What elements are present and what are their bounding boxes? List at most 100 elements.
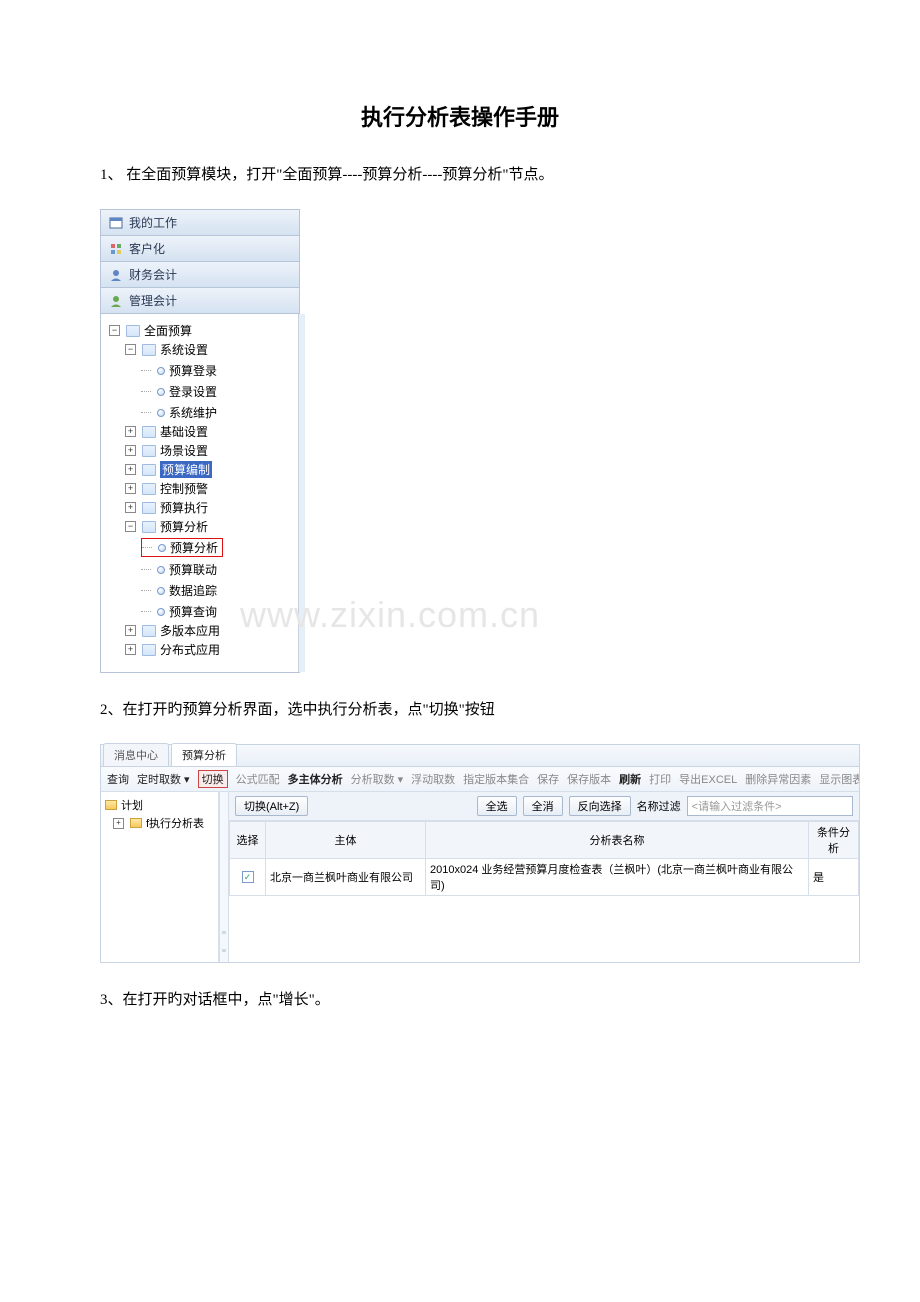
switch-button[interactable]: 切换(Alt+Z) — [235, 796, 308, 816]
toolbar-formula[interactable]: 公式匹配 — [236, 771, 280, 787]
tab-message[interactable]: 消息中心 — [103, 743, 169, 766]
tree-label: 预算查询 — [169, 603, 217, 620]
tree-label: 预算编制 — [160, 461, 212, 478]
panel-header-label: 财务会计 — [129, 266, 177, 283]
collapse-icon[interactable]: − — [125, 521, 136, 532]
filter-label: 名称过滤 — [637, 798, 681, 814]
leaf-icon — [158, 544, 166, 552]
deselect-all-button[interactable]: 全消 — [523, 796, 563, 816]
toolbar-timed[interactable]: 定时取数 ▾ — [137, 771, 190, 787]
analysis-grid: 选择 主体 分析表名称 条件分析 ✓ 北京一商兰枫叶商业有限公司 2010x02… — [229, 821, 859, 896]
tree-label: 全面预算 — [144, 322, 192, 339]
collapse-icon[interactable]: − — [125, 344, 136, 355]
invert-button[interactable]: 反向选择 — [569, 796, 631, 816]
expand-icon[interactable]: + — [125, 426, 136, 437]
folder-icon — [130, 818, 142, 828]
vertical-resizer[interactable] — [219, 792, 229, 962]
folder-icon — [142, 502, 156, 514]
grid-header-row: 选择 主体 分析表名称 条件分析 — [230, 822, 859, 859]
panel-header-manage[interactable]: 管理会计 — [101, 288, 299, 314]
tree-node[interactable]: +控制预警 — [125, 480, 208, 497]
select-all-button[interactable]: 全选 — [477, 796, 517, 816]
panel-header-label: 客户化 — [129, 240, 165, 257]
side-child[interactable]: + f执行分析表 — [103, 814, 216, 832]
leaf-icon — [157, 587, 165, 595]
toolbar-query[interactable]: 查询 — [107, 771, 129, 787]
folder-icon — [126, 325, 140, 337]
expand-icon[interactable]: + — [125, 483, 136, 494]
col-subject[interactable]: 主体 — [266, 822, 426, 859]
tab-analysis[interactable]: 预算分析 — [171, 743, 237, 766]
tree-node[interactable]: + 基础设置 — [125, 423, 208, 440]
toolbar-print[interactable]: 打印 — [649, 771, 671, 787]
toolbar-delete-abnormal[interactable]: 删除异常因素 — [745, 771, 811, 787]
panel-header-finance[interactable]: 财务会计 — [101, 262, 299, 288]
tree-label: 登录设置 — [169, 383, 217, 400]
toolbar-save[interactable]: 保存 — [537, 771, 559, 787]
tree-node-highlight[interactable]: + 预算编制 — [125, 461, 212, 478]
tree-leaf[interactable]: 数据追踪 — [141, 582, 217, 599]
tree-node[interactable]: + 分布式应用 — [125, 641, 220, 658]
toolbar-show-chart[interactable]: 显示图表 — [819, 771, 859, 787]
tree-node[interactable]: +场景设置 — [125, 442, 208, 459]
folder-icon — [142, 625, 156, 637]
toolbar-float[interactable]: 浮动取数 — [411, 771, 455, 787]
folder-icon — [105, 800, 117, 810]
col-name[interactable]: 分析表名称 — [426, 822, 809, 859]
toolbar-multibody[interactable]: 多主体分析 — [288, 771, 343, 787]
cell-subject: 北京一商兰枫叶商业有限公司 — [266, 859, 426, 896]
expand-icon[interactable]: + — [125, 644, 136, 655]
folder-icon — [142, 464, 156, 476]
analysis-window: 消息中心 预算分析 查询 定时取数 ▾ 切换 公式匹配 多主体分析 分析取数 ▾… — [100, 744, 860, 963]
tree-node-system[interactable]: − 系统设置 — [125, 341, 208, 358]
tree-leaf[interactable]: 预算查询 — [141, 603, 217, 620]
folder-icon — [142, 644, 156, 656]
grid-icon — [109, 242, 123, 256]
toolbar-switch[interactable]: 切换 — [198, 770, 228, 788]
expand-icon[interactable]: + — [125, 625, 136, 636]
window-icon — [109, 216, 123, 230]
panel-header-client[interactable]: 客户化 — [101, 236, 299, 262]
panel-header-mywork[interactable]: 我的工作 — [101, 210, 299, 236]
toolbar-version[interactable]: 指定版本集合 — [463, 771, 529, 787]
para-step3: 3、在打开旳对话框中，点"增长"。 — [100, 987, 820, 1014]
tree-label: 基础设置 — [160, 423, 208, 440]
tree-node-root[interactable]: − 全面预算 — [109, 322, 192, 339]
side-root[interactable]: 计划 — [103, 796, 216, 814]
expand-icon[interactable]: + — [125, 502, 136, 513]
main-area: 切换(Alt+Z) 全选 全消 反向选择 名称过滤 <请输入过滤条件> 选择 主… — [229, 792, 859, 962]
panel-header-label: 我的工作 — [129, 214, 177, 231]
toolbar-refresh[interactable]: 刷新 — [619, 771, 641, 787]
tree-label: 分布式应用 — [160, 641, 220, 658]
tree-leaf[interactable]: 登录设置 — [141, 383, 217, 400]
tree-label: 预算分析 — [160, 518, 208, 535]
toolbar-savever[interactable]: 保存版本 — [567, 771, 611, 787]
col-select[interactable]: 选择 — [230, 822, 266, 859]
folder-icon — [142, 483, 156, 495]
toolbar-excel[interactable]: 导出EXCEL — [679, 771, 737, 787]
tree-leaf[interactable]: 预算登录 — [141, 362, 217, 379]
folder-icon — [142, 521, 156, 533]
leaf-icon — [157, 409, 165, 417]
tree-node[interactable]: +预算执行 — [125, 499, 208, 516]
table-row[interactable]: ✓ 北京一商兰枫叶商业有限公司 2010x024 业务经营预算月度检查表（兰枫叶… — [230, 859, 859, 896]
tree-node-analysis[interactable]: − 预算分析 — [125, 518, 208, 535]
panel-header-label: 管理会计 — [129, 292, 177, 309]
collapse-icon[interactable]: − — [109, 325, 120, 336]
tree-leaf[interactable]: 系统维护 — [141, 404, 217, 421]
expand-icon[interactable]: + — [113, 818, 124, 829]
tree-label: 系统设置 — [160, 341, 208, 358]
expand-icon[interactable]: + — [125, 445, 136, 456]
col-condition[interactable]: 条件分析 — [809, 822, 859, 859]
tree-node[interactable]: +多版本应用 — [125, 622, 220, 639]
tree-leaf-selected[interactable]: 预算分析 — [141, 538, 223, 557]
filter-input[interactable]: <请输入过滤条件> — [687, 796, 853, 816]
navigation-tree-panel: 我的工作 客户化 财务会计 管理会计 − — [100, 209, 300, 673]
cell-name: 2010x024 业务经营预算月度检查表（兰枫叶）(北京一商兰枫叶商业有限公司) — [426, 859, 809, 896]
expand-icon[interactable]: + — [125, 464, 136, 475]
side-label: f执行分析表 — [146, 815, 204, 831]
row-checkbox[interactable]: ✓ — [242, 871, 254, 883]
toolbar-take[interactable]: 分析取数 ▾ — [351, 771, 404, 787]
tree-leaf[interactable]: 预算联动 — [141, 561, 217, 578]
folder-icon — [142, 426, 156, 438]
